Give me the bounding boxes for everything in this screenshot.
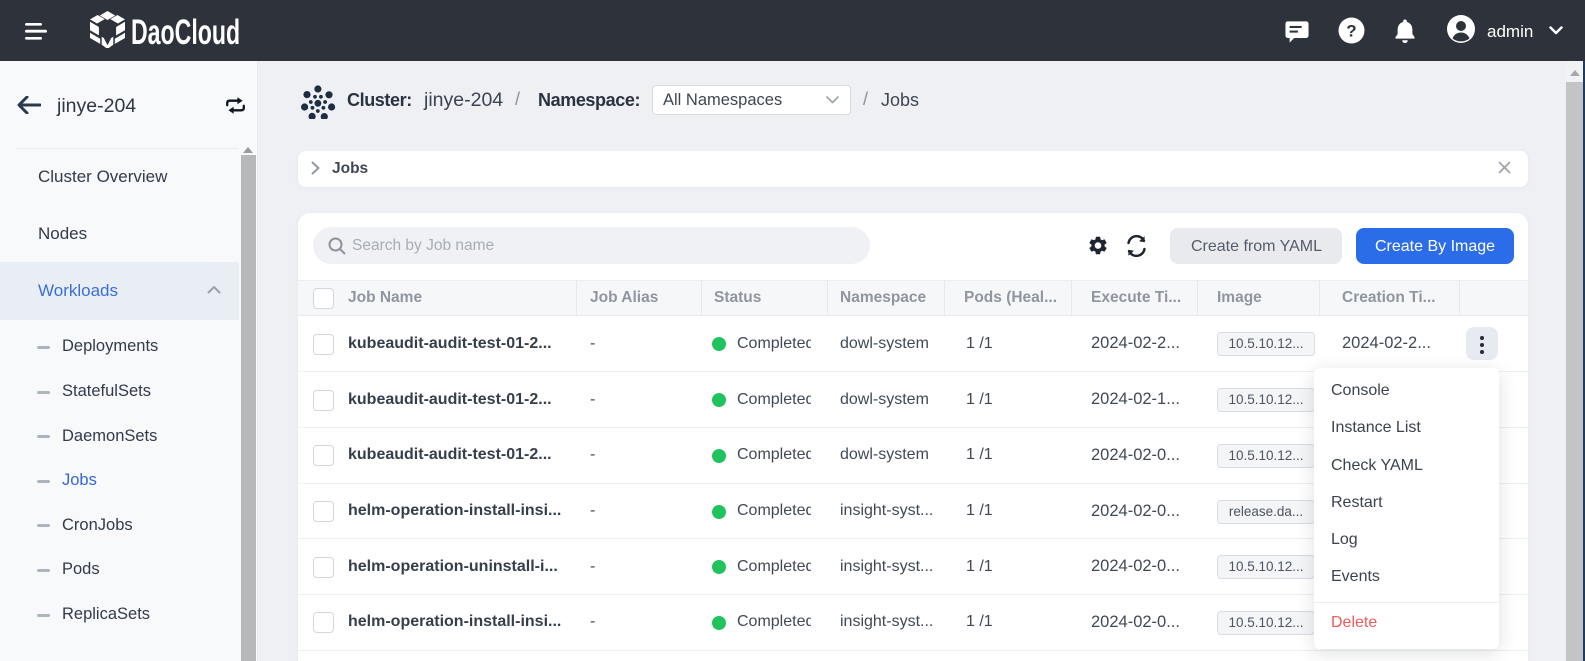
svg-text:?: ? [1346,22,1356,41]
